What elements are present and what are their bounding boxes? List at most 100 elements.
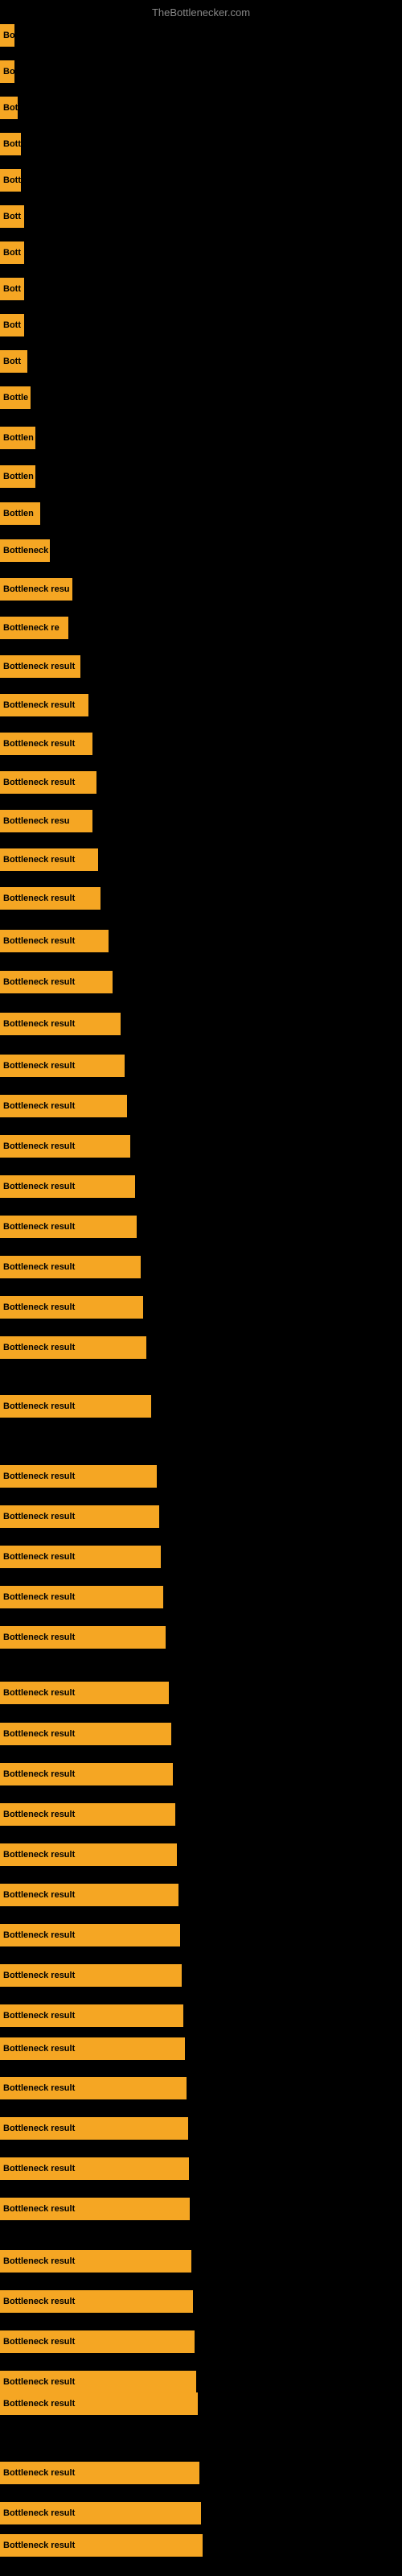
bar-item-53: Bottleneck result — [0, 2117, 188, 2140]
bar-item-3: Bot — [0, 97, 18, 119]
bar-item-40: Bottleneck result — [0, 1586, 163, 1608]
bar-item-21: Bottleneck result — [0, 771, 96, 794]
bar-label-28: Bottleneck result — [3, 1061, 75, 1071]
bar-item-32: Bottleneck result — [0, 1216, 137, 1238]
bar-item-34: Bottleneck result — [0, 1296, 143, 1319]
bar-item-9: Bott — [0, 314, 24, 336]
bar-label-31: Bottleneck result — [3, 1182, 75, 1191]
bar-label-14: Bottlen — [3, 509, 34, 518]
bar-label-42: Bottleneck result — [3, 1688, 75, 1698]
bar-label-2: Bo — [3, 67, 14, 76]
bar-label-61: Bottleneck result — [3, 2468, 75, 2478]
bar-label-33: Bottleneck result — [3, 1262, 75, 1272]
bar-item-10: Bott — [0, 350, 27, 373]
bar-label-10: Bott — [3, 357, 21, 366]
bar-item-29: Bottleneck result — [0, 1095, 127, 1117]
bar-label-40: Bottleneck result — [3, 1592, 75, 1602]
bar-label-17: Bottleneck re — [3, 623, 59, 633]
bar-label-5: Bott — [3, 175, 21, 185]
bar-item-17: Bottleneck re — [0, 617, 68, 639]
bar-item-27: Bottleneck result — [0, 1013, 121, 1035]
bar-label-59: Bottleneck result — [3, 2377, 75, 2387]
bar-item-26: Bottleneck result — [0, 971, 113, 993]
bar-label-44: Bottleneck result — [3, 1769, 75, 1779]
bar-item-23: Bottleneck result — [0, 848, 98, 871]
bar-label-36: Bottleneck result — [3, 1402, 75, 1411]
bar-label-48: Bottleneck result — [3, 1930, 75, 1940]
bar-label-20: Bottleneck result — [3, 739, 75, 749]
bar-label-8: Bott — [3, 284, 21, 294]
bar-item-61: Bottleneck result — [0, 2462, 199, 2484]
bar-item-33: Bottleneck result — [0, 1256, 141, 1278]
bar-item-43: Bottleneck result — [0, 1723, 171, 1745]
bar-label-57: Bottleneck result — [3, 2297, 75, 2306]
bar-item-13: Bottlen — [0, 465, 35, 488]
bar-item-35: Bottleneck result — [0, 1336, 146, 1359]
bar-item-28: Bottleneck result — [0, 1055, 125, 1077]
bar-item-38: Bottleneck result — [0, 1505, 159, 1528]
bar-label-1: Bo — [3, 31, 14, 40]
bar-item-18: Bottleneck result — [0, 655, 80, 678]
bar-label-38: Bottleneck result — [3, 1512, 75, 1521]
bar-label-58: Bottleneck result — [3, 2337, 75, 2347]
bar-label-49: Bottleneck result — [3, 1971, 75, 1980]
bar-item-54: Bottleneck result — [0, 2157, 189, 2180]
bar-item-16: Bottleneck resu — [0, 578, 72, 601]
bar-label-29: Bottleneck result — [3, 1101, 75, 1111]
bar-label-12: Bottlen — [3, 433, 34, 443]
bar-label-35: Bottleneck result — [3, 1343, 75, 1352]
bar-item-58: Bottleneck result — [0, 2330, 195, 2353]
bar-item-55: Bottleneck result — [0, 2198, 190, 2220]
bar-label-51: Bottleneck result — [3, 2044, 75, 2054]
bar-label-53: Bottleneck result — [3, 2124, 75, 2133]
bar-label-46: Bottleneck result — [3, 1850, 75, 1860]
bar-label-54: Bottleneck result — [3, 2164, 75, 2174]
bar-item-11: Bottle — [0, 386, 31, 409]
bar-item-56: Bottleneck result — [0, 2250, 191, 2273]
bar-label-3: Bot — [3, 103, 18, 113]
bar-item-57: Bottleneck result — [0, 2290, 193, 2313]
bar-item-1: Bo — [0, 24, 14, 47]
bar-label-55: Bottleneck result — [3, 2204, 75, 2214]
bar-item-31: Bottleneck result — [0, 1175, 135, 1198]
bar-label-23: Bottleneck result — [3, 855, 75, 865]
bar-label-21: Bottleneck result — [3, 778, 75, 787]
bar-label-50: Bottleneck result — [3, 2011, 75, 2021]
bar-label-41: Bottleneck result — [3, 1633, 75, 1642]
bar-item-15: Bottleneck — [0, 539, 50, 562]
bar-label-43: Bottleneck result — [3, 1729, 75, 1739]
bar-item-12: Bottlen — [0, 427, 35, 449]
bar-item-7: Bott — [0, 242, 24, 264]
bar-label-56: Bottleneck result — [3, 2256, 75, 2266]
bar-item-22: Bottleneck resu — [0, 810, 92, 832]
bar-item-14: Bottlen — [0, 502, 40, 525]
bar-item-25: Bottleneck result — [0, 930, 109, 952]
bar-label-27: Bottleneck result — [3, 1019, 75, 1029]
bar-item-2: Bo — [0, 60, 14, 83]
bar-item-41: Bottleneck result — [0, 1626, 166, 1649]
bar-label-34: Bottleneck result — [3, 1302, 75, 1312]
bar-label-37: Bottleneck result — [3, 1472, 75, 1481]
bar-item-51: Bottleneck result — [0, 2037, 185, 2060]
bar-label-6: Bott — [3, 212, 21, 221]
bar-label-16: Bottleneck resu — [3, 584, 70, 594]
bar-item-42: Bottleneck result — [0, 1682, 169, 1704]
bar-label-63: Bottleneck result — [3, 2541, 75, 2550]
bar-item-39: Bottleneck result — [0, 1546, 161, 1568]
bar-label-25: Bottleneck result — [3, 936, 75, 946]
bar-item-6: Bott — [0, 205, 24, 228]
bar-item-59: Bottleneck result — [0, 2371, 196, 2393]
bar-item-37: Bottleneck result — [0, 1465, 157, 1488]
bar-label-15: Bottleneck — [3, 546, 48, 555]
bar-label-45: Bottleneck result — [3, 1810, 75, 1819]
bar-label-9: Bott — [3, 320, 21, 330]
bar-item-24: Bottleneck result — [0, 887, 100, 910]
bar-item-63: Bottleneck result — [0, 2534, 203, 2557]
bar-label-39: Bottleneck result — [3, 1552, 75, 1562]
bar-label-13: Bottlen — [3, 472, 34, 481]
bar-item-19: Bottleneck result — [0, 694, 88, 716]
bar-item-36: Bottleneck result — [0, 1395, 151, 1418]
bar-item-48: Bottleneck result — [0, 1924, 180, 1946]
bar-item-44: Bottleneck result — [0, 1763, 173, 1785]
bar-label-22: Bottleneck resu — [3, 816, 70, 826]
